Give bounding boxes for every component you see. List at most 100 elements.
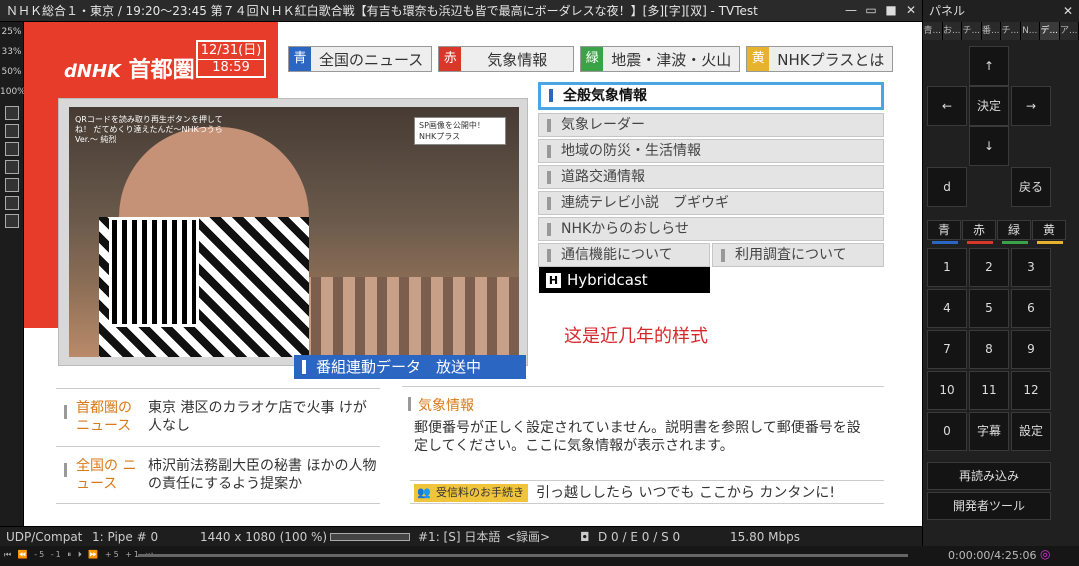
panel-tab[interactable]: チ... [1001,22,1021,40]
weather-heading: 気象情報 [408,395,474,415]
zoom-50-button[interactable]: 50% [0,62,23,82]
fee-banner[interactable]: 受信料のお手続き引っ越ししたら いつでも ここから カンタンに! [410,480,884,504]
save-icon[interactable] [4,160,19,174]
d-button[interactable]: d [927,167,967,207]
numpad-key-button[interactable]: 5 [969,289,1009,328]
menu-item-road-traffic[interactable]: 道路交通情報 [538,165,884,189]
numpad-key-button[interactable]: 1 [927,248,967,287]
news-body: 柿沢前法務副大臣の秘書 ほかの人物の責任にするよう提案か [148,458,377,492]
numpad-key-button[interactable]: 7 [927,330,967,369]
seek-area: ⏮ ⏪ -5 -1 ⏸ ⏵ ⏩ +5 +1 ⏭ 0:00:00/4:25:06 … [0,546,1079,566]
menu-item-communication[interactable]: 通信機能について [538,243,710,267]
down-button[interactable]: ↓ [969,126,1009,166]
numpad-key-button[interactable]: 11 [969,371,1009,410]
add-icon[interactable] [4,142,19,156]
zoom-33-button[interactable]: 33% [0,42,23,62]
right-button[interactable]: → [1011,86,1051,126]
tab-green[interactable]: 緑地震・津波・火山 [580,46,741,72]
maximize-button[interactable]: ■ [884,3,898,17]
numpad-key-button[interactable]: 0 [927,412,967,451]
numpad-key-button[interactable]: 3 [1011,248,1051,287]
numpad-key-button[interactable]: 6 [1011,289,1051,328]
numpad-key-button[interactable]: 字幕 [969,412,1009,451]
menu-item-weather-radar[interactable]: 気象レーダー [538,113,884,137]
news-body: 東京 港区のカラオケ店で火事 けが人なし [148,400,367,434]
panel-tab[interactable]: ア... [1059,22,1079,40]
status-resolution[interactable]: 1440 x 1080 (100 %) [200,527,327,547]
panel-close-button[interactable]: ✕ [1063,0,1073,22]
seek-time: 0:00:00/4:25:06 [948,549,1037,562]
menu-item-survey[interactable]: 利用調査について [712,243,884,267]
capture-icon[interactable] [4,196,19,210]
status-record[interactable]: <録画> [506,527,550,547]
numpad-key-button[interactable]: 12 [1011,371,1051,410]
panel-tab[interactable]: 青... [923,22,943,40]
seek-bar[interactable] [138,554,908,557]
status-audio[interactable]: #1: [S] 日本語 [418,527,500,547]
date-text: 12/31(日) [200,43,262,58]
panel-tab-remote[interactable]: デ... [1040,22,1060,40]
playback-controls[interactable]: ⏮ ⏪ -5 -1 ⏸ ⏵ ⏩ +5 +1 ⏭ [4,550,155,560]
tab-blue[interactable]: 青全国のニュース [288,46,433,72]
minimize-button[interactable]: — [844,3,858,17]
color-tabs: 青全国のニュース 赤気象情報 緑地震・津波・火山 黄 NHKプラスとは [288,46,894,72]
restore-button[interactable]: ▭ [864,3,878,17]
grid-icon[interactable] [4,178,19,192]
enter-button[interactable]: 決定 [969,86,1009,126]
menu-item-local-disaster[interactable]: 地域の防災・生活情報 [538,139,884,163]
hybridcast-button[interactable]: H Hybridcast [539,267,710,293]
panel-tab[interactable]: N... [1020,22,1040,40]
left-button[interactable]: ← [927,86,967,126]
numpad-key-button[interactable]: 4 [927,289,967,328]
tile-icon[interactable] [4,124,19,138]
audience-image [299,277,519,357]
yellow-key-button[interactable]: 黄 [1032,220,1066,244]
search-icon[interactable] [4,214,19,228]
devtools-button[interactable]: 開発者ツール [927,492,1051,520]
nhk-logo: dNHK 首都圏 [64,58,195,83]
data-menu: 全般気象情報 気象レーダー 地域の防災・生活情報 道路交通情報 連続テレビ小説 … [538,82,884,269]
panel-tab[interactable]: チ... [962,22,982,40]
status-pipe[interactable]: 1: Pipe # 0 [92,527,158,547]
camera-icon[interactable]: ◘ [580,527,590,547]
video-caption: QRコードを読み取り再生ボタンを押してね！ だてめくり達えたんだ～NHKつうらV… [75,115,223,144]
menu-item-general-weather[interactable]: 全般気象情報 [538,82,884,110]
menu-item-drama[interactable]: 連続テレビ小説 ブギウギ [538,191,884,215]
tab-yellow[interactable]: 黄 NHKプラスとは [746,46,894,72]
annotation-text: 这是近几年的样式 [564,326,708,347]
volume-bar[interactable] [330,533,410,541]
news-block-national[interactable]: 全国の ニュース 柿沢前法務副大臣の秘書 ほかの人物の責任にするよう提案か [56,446,380,504]
qr-code-image [109,217,199,327]
sp-badge: SP画像を公開中！ NHKプラス [414,117,506,145]
news-heading: 全国の ニュース [64,457,142,493]
fullscreen-icon[interactable] [4,106,19,120]
numpad-key-button[interactable]: 設定 [1011,412,1051,451]
status-transport[interactable]: UDP/Compat [6,527,82,547]
back-button[interactable]: 戻る [1011,167,1051,207]
tab-red[interactable]: 赤気象情報 [438,46,575,72]
numpad-key-button[interactable]: 10 [927,371,967,410]
panel-tab[interactable]: お... [942,22,962,40]
program-video-image: QRコードを読み取り再生ボタンを押してね！ だてめくり達えたんだ～NHKつうらV… [69,107,519,357]
numpad-key-button[interactable]: 9 [1011,330,1051,369]
panel-tab[interactable]: 番... [981,22,1001,40]
weather-body: 郵便番号が正しく設定されていません。説明書を参照して郵便番号を設定してください。… [414,420,861,454]
blue-key-button[interactable]: 青 [927,220,961,244]
status-errors[interactable]: D 0 / E 0 / S 0 [598,527,680,547]
numpad-key-button[interactable]: 8 [969,330,1009,369]
up-button[interactable]: ↑ [969,46,1009,86]
status-bar: UDP/Compat 1: Pipe # 0 1440 x 1080 (100 … [0,526,922,546]
reload-button[interactable]: 再読み込み [927,462,1051,490]
red-key-button[interactable]: 赤 [962,220,996,244]
numpad-key-button[interactable]: 2 [969,248,1009,287]
status-bitrate[interactable]: 15.80 Mbps [730,527,800,547]
window-title: ＮＨＫ総合１・東京 / 19:20～23:45 第７４回ＮＨＫ紅白歌合戦【有吉も… [6,4,758,18]
green-key-button[interactable]: 緑 [997,220,1031,244]
zoom-100-button[interactable]: 100% [0,82,26,102]
panel-tabs: 青... お... チ... 番... チ... N... デ... ア... [923,22,1079,40]
close-button[interactable]: ✕ [904,3,918,17]
zoom-25-button[interactable]: 25% [0,22,23,42]
menu-item-nhk-notice[interactable]: NHKからのおしらせ [538,217,884,241]
video-area[interactable]: dNHK 首都圏 12/31(日) 18:59 青全国のニュース 赤気象情報 緑… [24,22,922,526]
news-block-metro[interactable]: 首都圏の ニュース 東京 港区のカラオケ店で火事 けが人なし [56,388,380,446]
